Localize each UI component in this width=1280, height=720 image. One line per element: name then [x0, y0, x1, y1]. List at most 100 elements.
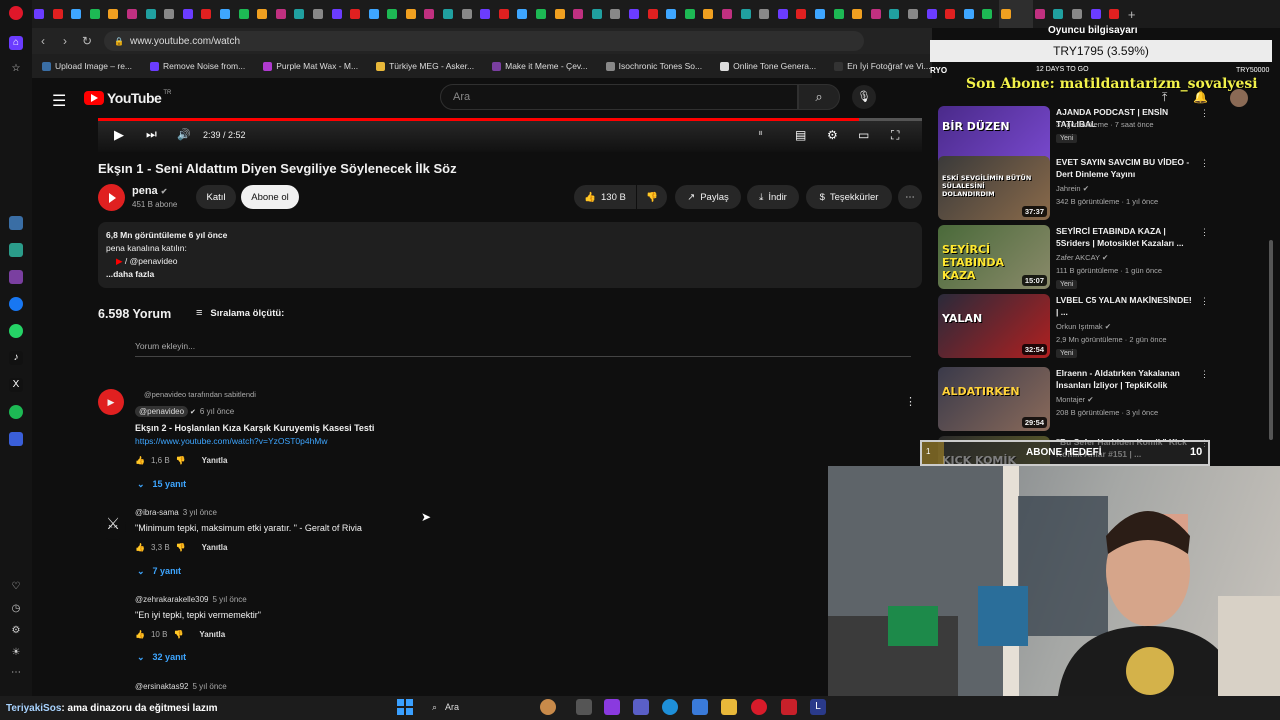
related-title[interactable]: Elraenn - Aldatırken Yakalanan İnsanları…	[1056, 367, 1194, 391]
browser-tab[interactable]	[850, 0, 869, 28]
related-channel[interactable]: Orkun Işıtmak ✔	[1056, 322, 1111, 331]
whatsapp-icon[interactable]	[9, 324, 23, 338]
browser-tab[interactable]	[1089, 0, 1108, 28]
replies-toggle[interactable]: ⌄ 32 yanıt	[137, 652, 186, 663]
browser-tab[interactable]	[422, 0, 441, 28]
browser-tab[interactable]	[998, 0, 1033, 28]
browser-tab[interactable]	[330, 0, 349, 28]
opera-gx-icon[interactable]	[781, 699, 797, 715]
browser-tab[interactable]	[701, 0, 720, 28]
youtube-logo[interactable]: YouTube TR	[84, 90, 171, 106]
browser-tab[interactable]	[515, 0, 534, 28]
browser-tab[interactable]	[534, 0, 553, 28]
subscribe-button[interactable]: Abone ol	[241, 185, 299, 209]
comment-author[interactable]: @ersinaktas92 5 yıl önce	[135, 682, 227, 691]
x-icon[interactable]: X	[9, 378, 23, 392]
copilot-icon[interactable]	[604, 699, 620, 715]
browser-tab[interactable]	[869, 0, 888, 28]
browser-tab[interactable]	[776, 0, 795, 28]
browser-tab[interactable]	[478, 0, 497, 28]
video-thumbnail[interactable]: YALAN 32:54	[938, 294, 1050, 358]
bookmarks-icon[interactable]: ☆	[9, 62, 23, 76]
thanks-button[interactable]: $ Teşekkürler	[806, 185, 892, 209]
sort-button[interactable]: ≡ Sıralama ölçütü:	[196, 307, 284, 319]
reply-button[interactable]: Yanıtla	[202, 543, 228, 552]
browser-tab[interactable]	[292, 0, 311, 28]
bookmark-item[interactable]: Make it Meme - Çev...	[492, 61, 588, 71]
browser-tab[interactable]	[497, 0, 516, 28]
browser-tab[interactable]	[906, 0, 925, 28]
browser-tab[interactable]	[441, 0, 460, 28]
browser-tab[interactable]	[664, 0, 683, 28]
thumbs-down-icon[interactable]: 👎	[173, 630, 183, 639]
browser-tab[interactable]	[646, 0, 665, 28]
browser-tab[interactable]	[887, 0, 906, 28]
autoplay-toggle[interactable]: ⏸	[758, 128, 763, 139]
browser-tab[interactable]	[943, 0, 962, 28]
comment-menu-icon[interactable]: ⋮	[905, 395, 916, 408]
browser-tab[interactable]	[627, 0, 646, 28]
tiktok-icon[interactable]: ♪	[9, 351, 23, 365]
related-video-item[interactable]: YALAN 32:54 LVBEL C5 YALAN MAKİNESİNDE! | …	[938, 294, 1209, 360]
player-icon[interactable]	[9, 432, 23, 446]
browser-tab[interactable]	[181, 0, 200, 28]
chatgpt-icon[interactable]	[9, 243, 23, 257]
related-channel[interactable]: Montajer ✔	[1056, 395, 1094, 404]
user-avatar[interactable]	[1230, 89, 1248, 107]
related-menu-icon[interactable]: ⋮	[1200, 296, 1209, 307]
video-thumbnail[interactable]: ALDATIRKEN 29:54	[938, 367, 1050, 431]
avatar[interactable]: ▶	[98, 389, 124, 415]
task-view-icon[interactable]	[576, 699, 592, 715]
related-title[interactable]: EVET SAYIN SAVCIM BU VİDEO - Dert Dinlem…	[1056, 156, 1194, 180]
browser-tab[interactable]	[590, 0, 609, 28]
video-thumbnail[interactable]: ESKİ SEVGİLİMİN BÜTÜN SÜLALESİNİ DOLANDI…	[938, 156, 1050, 220]
explorer-icon[interactable]	[721, 699, 737, 715]
next-icon[interactable]: ⏭	[146, 127, 157, 142]
more-actions-icon[interactable]: ⋯	[898, 185, 922, 209]
browser-tab[interactable]	[144, 0, 163, 28]
channel-handle-link[interactable]: / @penavideo	[125, 256, 178, 266]
back-icon[interactable]: ‹	[32, 34, 54, 48]
replies-toggle[interactable]: ⌄ 15 yanıt	[137, 479, 186, 490]
browser-tab[interactable]	[460, 0, 479, 28]
spotify-icon[interactable]	[9, 405, 23, 419]
video-thumbnail[interactable]: SEYİRCİ ETABINDA KAZA 15:07	[938, 225, 1050, 289]
taskbar-search[interactable]: ⌕ Ara	[426, 698, 536, 716]
browser-tab[interactable]	[385, 0, 404, 28]
home-icon[interactable]: ⌂	[9, 36, 23, 50]
related-video-item[interactable]: ESKİ SEVGİLİMİN BÜTÜN SÜLALESİNİ DOLANDI…	[938, 156, 1209, 222]
join-button[interactable]: Katıl	[196, 185, 236, 209]
thumbs-down-icon[interactable]: 👎	[176, 543, 186, 552]
browser-tab[interactable]	[311, 0, 330, 28]
app-l-icon[interactable]: L	[810, 699, 826, 715]
browser-tab[interactable]	[125, 0, 144, 28]
upload-icon[interactable]: ⤒	[1162, 90, 1167, 105]
browser-tab[interactable]	[794, 0, 813, 28]
replies-toggle[interactable]: ⌄ 7 yanıt	[137, 566, 181, 577]
dislike-button[interactable]: 👎	[637, 185, 667, 209]
reply-button[interactable]: Yanıtla	[199, 630, 225, 639]
teams-icon[interactable]	[633, 699, 649, 715]
forward-icon[interactable]: ›	[54, 34, 76, 48]
bookmark-item[interactable]: Remove Noise from...	[150, 61, 245, 71]
browser-tab[interactable]	[88, 0, 107, 28]
bookmark-item[interactable]: En İyi Fotoğraf ve Vi...	[834, 61, 931, 71]
browser-tab[interactable]	[962, 0, 981, 28]
settings-icon[interactable]: ⚙	[9, 624, 23, 638]
related-menu-icon[interactable]: ⋮	[1200, 108, 1209, 119]
browser-tab[interactable]	[720, 0, 739, 28]
thumbs-up-icon[interactable]: 👍	[135, 456, 145, 465]
related-title[interactable]: LVBEL C5 YALAN MAKİNESİNDE! | ...	[1056, 294, 1194, 318]
browser-tab[interactable]	[757, 0, 776, 28]
store-icon[interactable]	[692, 699, 708, 715]
avatar[interactable]: ⚔	[100, 514, 126, 540]
channel-name[interactable]: pena ✔	[132, 185, 167, 197]
browser-tab[interactable]	[980, 0, 999, 28]
messenger-icon[interactable]	[9, 297, 23, 311]
browser-tab[interactable]	[739, 0, 758, 28]
browser-tab[interactable]	[813, 0, 832, 28]
search-icon[interactable]: ⌕	[798, 84, 840, 110]
edge-icon[interactable]	[662, 699, 678, 715]
new-tab-icon[interactable]: +	[1126, 0, 1145, 28]
browser-tab[interactable]	[51, 0, 70, 28]
